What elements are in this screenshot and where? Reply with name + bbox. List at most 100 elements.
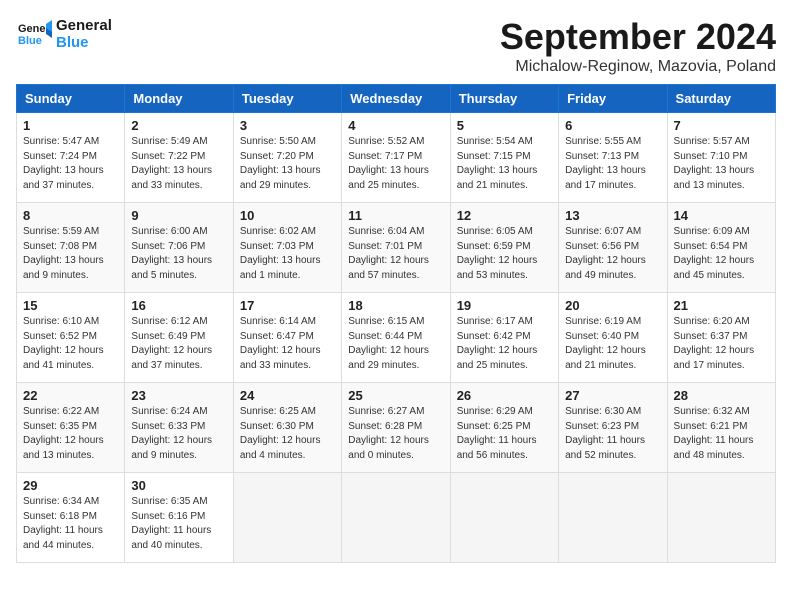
day-number: 5 xyxy=(457,118,552,133)
day-number: 23 xyxy=(131,388,226,403)
weekday-header-tuesday: Tuesday xyxy=(233,85,341,113)
day-number: 6 xyxy=(565,118,660,133)
day-info: Sunrise: 5:59 AM Sunset: 7:08 PM Dayligh… xyxy=(23,225,118,283)
day-cell: 16 Sunrise: 6:12 AM Sunset: 6:49 PM Dayli… xyxy=(125,293,233,383)
weekday-header-friday: Friday xyxy=(559,85,667,113)
day-info: Sunrise: 5:47 AM Sunset: 7:24 PM Dayligh… xyxy=(23,135,118,193)
day-info: Sunrise: 6:19 AM Sunset: 6:40 PM Dayligh… xyxy=(565,315,660,373)
day-cell: 2 Sunrise: 5:49 AM Sunset: 7:22 PM Daylig… xyxy=(125,113,233,203)
day-cell: 5Sunrise: 5:54 AM Sunset: 7:15 PM Daylig… xyxy=(450,113,558,203)
day-info: Sunrise: 6:32 AM Sunset: 6:21 PM Dayligh… xyxy=(674,405,769,463)
day-number: 19 xyxy=(457,298,552,313)
day-info: Sunrise: 5:49 AM Sunset: 7:22 PM Dayligh… xyxy=(131,135,226,193)
logo-text: General Blue xyxy=(56,17,112,52)
day-number: 7 xyxy=(674,118,769,133)
day-number: 30 xyxy=(131,478,226,493)
day-number: 12 xyxy=(457,208,552,223)
day-info: Sunrise: 6:24 AM Sunset: 6:33 PM Dayligh… xyxy=(131,405,226,463)
week-row-2: 8 Sunrise: 5:59 AM Sunset: 7:08 PM Daylig… xyxy=(17,203,776,293)
day-number: 28 xyxy=(674,388,769,403)
day-cell: 13 Sunrise: 6:07 AM Sunset: 6:56 PM Dayli… xyxy=(559,203,667,293)
day-info: Sunrise: 5:55 AM Sunset: 7:13 PM Dayligh… xyxy=(565,135,660,193)
weekday-header-row: SundayMondayTuesdayWednesdayThursdayFrid… xyxy=(17,85,776,113)
day-number: 3 xyxy=(240,118,335,133)
day-info: Sunrise: 6:22 AM Sunset: 6:35 PM Dayligh… xyxy=(23,405,118,463)
weekday-header-saturday: Saturday xyxy=(667,85,775,113)
day-number: 27 xyxy=(565,388,660,403)
day-number: 24 xyxy=(240,388,335,403)
day-number: 2 xyxy=(131,118,226,133)
day-cell xyxy=(342,473,450,563)
day-info: Sunrise: 6:05 AM Sunset: 6:59 PM Dayligh… xyxy=(457,225,552,283)
svg-text:Blue: Blue xyxy=(18,35,42,47)
day-info: Sunrise: 6:25 AM Sunset: 6:30 PM Dayligh… xyxy=(240,405,335,463)
day-cell: 25 Sunrise: 6:27 AM Sunset: 6:28 PM Dayli… xyxy=(342,383,450,473)
day-cell: 20 Sunrise: 6:19 AM Sunset: 6:40 PM Dayli… xyxy=(559,293,667,383)
day-number: 20 xyxy=(565,298,660,313)
weekday-header-wednesday: Wednesday xyxy=(342,85,450,113)
title-area: September 2024 Michalow-Reginow, Mazovia… xyxy=(500,16,776,76)
day-cell xyxy=(559,473,667,563)
day-number: 13 xyxy=(565,208,660,223)
day-info: Sunrise: 6:29 AM Sunset: 6:25 PM Dayligh… xyxy=(457,405,552,463)
day-cell: 19 Sunrise: 6:17 AM Sunset: 6:42 PM Dayli… xyxy=(450,293,558,383)
day-cell: 23 Sunrise: 6:24 AM Sunset: 6:33 PM Dayli… xyxy=(125,383,233,473)
day-number: 11 xyxy=(348,208,443,223)
day-cell: 11Sunrise: 6:04 AM Sunset: 7:01 PM Dayli… xyxy=(342,203,450,293)
weekday-header-monday: Monday xyxy=(125,85,233,113)
day-cell: 21 Sunrise: 6:20 AM Sunset: 6:37 PM Dayli… xyxy=(667,293,775,383)
day-cell: 18 Sunrise: 6:15 AM Sunset: 6:44 PM Dayli… xyxy=(342,293,450,383)
day-number: 4 xyxy=(348,118,443,133)
weekday-header-thursday: Thursday xyxy=(450,85,558,113)
day-info: Sunrise: 6:17 AM Sunset: 6:42 PM Dayligh… xyxy=(457,315,552,373)
day-cell xyxy=(233,473,341,563)
day-number: 16 xyxy=(131,298,226,313)
day-number: 22 xyxy=(23,388,118,403)
day-cell xyxy=(667,473,775,563)
week-row-4: 22 Sunrise: 6:22 AM Sunset: 6:35 PM Dayli… xyxy=(17,383,776,473)
day-cell: 10Sunrise: 6:02 AM Sunset: 7:03 PM Dayli… xyxy=(233,203,341,293)
day-cell: 29 Sunrise: 6:34 AM Sunset: 6:18 PM Dayli… xyxy=(17,473,125,563)
weekday-header-sunday: Sunday xyxy=(17,85,125,113)
day-number: 17 xyxy=(240,298,335,313)
day-cell: 22 Sunrise: 6:22 AM Sunset: 6:35 PM Dayli… xyxy=(17,383,125,473)
day-number: 1 xyxy=(23,118,118,133)
day-cell: 26Sunrise: 6:29 AM Sunset: 6:25 PM Dayli… xyxy=(450,383,558,473)
location-title: Michalow-Reginow, Mazovia, Poland xyxy=(500,58,776,76)
day-info: Sunrise: 6:27 AM Sunset: 6:28 PM Dayligh… xyxy=(348,405,443,463)
month-title: September 2024 xyxy=(500,16,776,58)
day-number: 21 xyxy=(674,298,769,313)
day-number: 25 xyxy=(348,388,443,403)
logo-icon: General Blue xyxy=(16,16,52,52)
day-number: 9 xyxy=(131,208,226,223)
day-cell: 15 Sunrise: 6:10 AM Sunset: 6:52 PM Dayli… xyxy=(17,293,125,383)
day-info: Sunrise: 6:09 AM Sunset: 6:54 PM Dayligh… xyxy=(674,225,769,283)
day-cell: 8 Sunrise: 5:59 AM Sunset: 7:08 PM Daylig… xyxy=(17,203,125,293)
day-info: Sunrise: 6:15 AM Sunset: 6:44 PM Dayligh… xyxy=(348,315,443,373)
day-cell: 30 Sunrise: 6:35 AM Sunset: 6:16 PM Dayli… xyxy=(125,473,233,563)
day-number: 29 xyxy=(23,478,118,493)
day-info: Sunrise: 5:50 AM Sunset: 7:20 PM Dayligh… xyxy=(240,135,335,193)
day-info: Sunrise: 5:52 AM Sunset: 7:17 PM Dayligh… xyxy=(348,135,443,193)
day-cell: 12 Sunrise: 6:05 AM Sunset: 6:59 PM Dayli… xyxy=(450,203,558,293)
page-header: General Blue General Blue September 2024… xyxy=(16,16,776,76)
day-info: Sunrise: 6:34 AM Sunset: 6:18 PM Dayligh… xyxy=(23,495,118,553)
day-number: 15 xyxy=(23,298,118,313)
day-info: Sunrise: 6:02 AM Sunset: 7:03 PM Dayligh… xyxy=(240,225,335,283)
day-cell: 3 Sunrise: 5:50 AM Sunset: 7:20 PM Daylig… xyxy=(233,113,341,203)
week-row-1: 1 Sunrise: 5:47 AM Sunset: 7:24 PM Daylig… xyxy=(17,113,776,203)
day-cell: 28 Sunrise: 6:32 AM Sunset: 6:21 PM Dayli… xyxy=(667,383,775,473)
day-info: Sunrise: 6:35 AM Sunset: 6:16 PM Dayligh… xyxy=(131,495,226,553)
day-info: Sunrise: 5:57 AM Sunset: 7:10 PM Dayligh… xyxy=(674,135,769,193)
week-row-3: 15 Sunrise: 6:10 AM Sunset: 6:52 PM Dayli… xyxy=(17,293,776,383)
day-info: Sunrise: 6:10 AM Sunset: 6:52 PM Dayligh… xyxy=(23,315,118,373)
day-number: 8 xyxy=(23,208,118,223)
day-cell: 27 Sunrise: 6:30 AM Sunset: 6:23 PM Dayli… xyxy=(559,383,667,473)
day-info: Sunrise: 6:12 AM Sunset: 6:49 PM Dayligh… xyxy=(131,315,226,373)
day-info: Sunrise: 6:30 AM Sunset: 6:23 PM Dayligh… xyxy=(565,405,660,463)
day-info: Sunrise: 6:07 AM Sunset: 6:56 PM Dayligh… xyxy=(565,225,660,283)
day-number: 18 xyxy=(348,298,443,313)
day-cell: 7 Sunrise: 5:57 AM Sunset: 7:10 PM Daylig… xyxy=(667,113,775,203)
day-info: Sunrise: 6:20 AM Sunset: 6:37 PM Dayligh… xyxy=(674,315,769,373)
week-row-5: 29 Sunrise: 6:34 AM Sunset: 6:18 PM Dayli… xyxy=(17,473,776,563)
